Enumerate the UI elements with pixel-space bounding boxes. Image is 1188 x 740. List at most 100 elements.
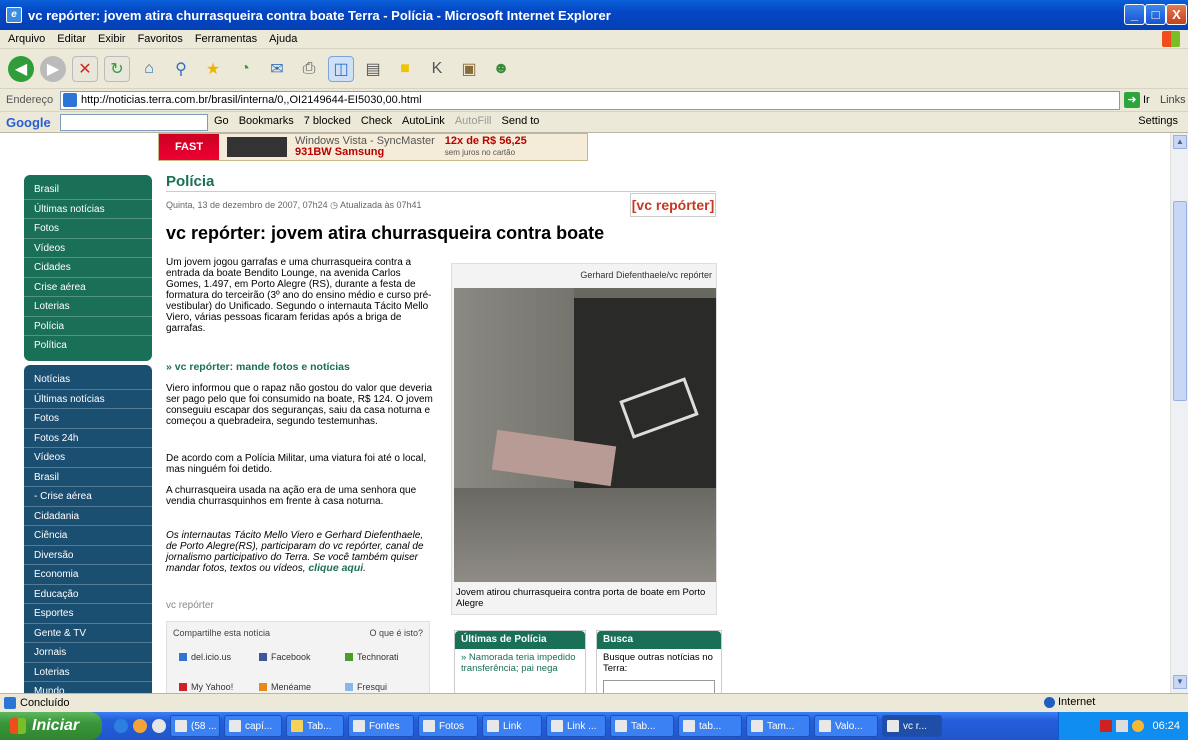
vc-reporter-logo[interactable]: [vc repórter] (630, 193, 716, 217)
what-is-this-link[interactable]: O que é isto? (369, 628, 423, 638)
menu-favoritos[interactable]: Favoritos (138, 33, 183, 45)
search-icon[interactable]: ⚲ (168, 56, 194, 82)
sidebar-item-fotos[interactable]: Fotos (24, 219, 152, 239)
back-icon[interactable]: ◀ (8, 55, 34, 82)
sidebar-item-economia[interactable]: Economia (24, 565, 152, 585)
home-icon[interactable]: ⌂ (136, 56, 162, 82)
google-go-button[interactable]: Go (214, 115, 229, 127)
task-button-3[interactable]: Tab... (286, 715, 344, 737)
sidebar-item-fotos[interactable]: Fotos (24, 409, 152, 429)
task-button-5[interactable]: Fotos (418, 715, 478, 737)
popup-blocked[interactable]: 7 blocked (304, 115, 351, 127)
sidebar-item-ultimas-noticias[interactable]: Últimas notícias (24, 390, 152, 409)
menu-editar[interactable]: Editar (57, 33, 86, 45)
go-button[interactable]: Ir (1143, 94, 1150, 106)
sidebar-item-crise-aerea[interactable]: Crise aérea (24, 278, 152, 297)
mail-icon[interactable]: ✉ (264, 56, 290, 82)
task-button-1[interactable]: (58 ... (170, 715, 220, 737)
sidebar-item-ultimas[interactable]: Últimas notícias (24, 200, 152, 219)
sidebar-item-policia[interactable]: Polícia (24, 317, 152, 336)
task-button-12[interactable]: vc r... (882, 715, 942, 737)
sidebar-item-educacao[interactable]: Educação (24, 585, 152, 604)
autofill-button[interactable]: AutoFill (455, 115, 492, 127)
window-titlebar[interactable]: e vc repórter: jovem atira churrasqueira… (0, 0, 1188, 30)
sidebar-item-diversao[interactable]: Diversão (24, 546, 152, 565)
ad-banner[interactable]: FAST Windows Vista - SyncMaster 931BW Sa… (158, 133, 588, 161)
sidebar-item-cidades[interactable]: Cidades (24, 258, 152, 278)
minimize-button[interactable]: _ (1124, 4, 1145, 25)
antivirus-icon[interactable] (1100, 720, 1113, 732)
print-icon[interactable]: ⎙ (296, 56, 322, 82)
desktop-quicklaunch-icon[interactable] (152, 719, 166, 733)
sidebar-item-crise-aerea[interactable]: - Crise aérea (24, 487, 152, 507)
task-button-7[interactable]: Link ... (546, 715, 606, 737)
users-icon[interactable]: ☻ (488, 56, 514, 82)
settings-button[interactable]: Settings (1138, 115, 1178, 127)
scroll-up-icon[interactable]: ▲ (1173, 135, 1187, 149)
menu-arquivo[interactable]: Arquivo (8, 33, 45, 45)
task-button-4[interactable]: Fontes (348, 715, 414, 737)
sidebar-item-jornais[interactable]: Jornais (24, 643, 152, 663)
task-button-6[interactable]: Link (482, 715, 542, 737)
network-icon[interactable] (1116, 720, 1129, 732)
messenger-icon[interactable]: K (424, 56, 450, 82)
sidebar-item-fotos-24h[interactable]: Fotos 24h (24, 429, 152, 448)
search-box-input[interactable] (603, 680, 715, 693)
latest-police-link[interactable]: » Namorada teria impedido transferência;… (455, 649, 585, 678)
forward-icon[interactable]: ▶ (40, 55, 66, 82)
address-input[interactable]: http://noticias.terra.com.br/brasil/inte… (60, 91, 1120, 110)
ie-quicklaunch-icon[interactable] (114, 719, 128, 733)
share-fresqui[interactable]: Fresqui (345, 682, 387, 692)
autolink-button[interactable]: AutoLink (402, 115, 445, 127)
task-button-2[interactable]: capí... (224, 715, 282, 737)
share-technorati[interactable]: Technorati (345, 652, 399, 662)
sidebar-item-cidadania[interactable]: Cidadania (24, 507, 152, 526)
share-meneame[interactable]: Menéame (259, 682, 311, 692)
links-button[interactable]: Links (1160, 94, 1186, 106)
bookmarks-button[interactable]: Bookmarks (239, 115, 294, 127)
sidebar-item-videos[interactable]: Vídeos (24, 448, 152, 468)
share-myyahoo[interactable]: My Yahoo! (179, 682, 233, 692)
sidebar-item-ciencia[interactable]: Ciência (24, 526, 152, 546)
page-scrollbar[interactable]: ▲ ▼ (1170, 133, 1188, 693)
task-button-10[interactable]: Tam... (746, 715, 810, 737)
scroll-thumb[interactable] (1173, 201, 1187, 401)
click-here-link[interactable]: clique aqui (308, 562, 363, 574)
menu-ferramentas[interactable]: Ferramentas (195, 33, 257, 45)
stop-icon[interactable]: ✕ (72, 55, 98, 82)
firefox-quicklaunch-icon[interactable] (133, 719, 147, 733)
scroll-down-icon[interactable]: ▼ (1173, 675, 1187, 689)
sidebar-item-politica[interactable]: Política (24, 336, 152, 356)
go-arrow-icon[interactable]: ➜ (1124, 92, 1140, 108)
sidebar-item-loterias[interactable]: Loterias (24, 663, 152, 682)
spellcheck-button[interactable]: Check (361, 115, 392, 127)
task-button-9[interactable]: tab... (678, 715, 742, 737)
menu-ajuda[interactable]: Ajuda (269, 33, 297, 45)
maximize-button[interactable]: □ (1145, 4, 1166, 25)
close-button[interactable]: X (1166, 4, 1187, 25)
sidebar-item-brasil[interactable]: Brasil (24, 180, 152, 200)
sidebar-item-mundo[interactable]: Mundo (24, 682, 152, 693)
task-button-8[interactable]: Tab... (610, 715, 674, 737)
research-icon[interactable]: ▣ (456, 56, 482, 82)
task-button-11[interactable]: Valo... (814, 715, 878, 737)
sidebar-item-gente-tv[interactable]: Gente & TV (24, 624, 152, 643)
rss-icon[interactable]: ◫ (328, 55, 354, 82)
section-title[interactable]: Polícia (166, 173, 214, 190)
share-delicious[interactable]: del.icio.us (179, 652, 231, 662)
sidebar-item-noticias[interactable]: Notícias (24, 370, 152, 390)
start-button[interactable]: Iniciar (0, 712, 102, 740)
sidebar-item-esportes[interactable]: Esportes (24, 604, 152, 624)
folder-icon[interactable]: ■ (392, 56, 418, 82)
sidebar-item-loterias[interactable]: Loterias (24, 297, 152, 317)
sendto-button[interactable]: Send to (502, 115, 540, 127)
clock[interactable]: 06:24 (1152, 720, 1180, 732)
send-news-link[interactable]: » vc repórter: mande fotos e notícias (166, 362, 434, 373)
menu-exibir[interactable]: Exibir (98, 33, 126, 45)
sidebar-item-videos[interactable]: Vídeos (24, 239, 152, 258)
edit-icon[interactable]: ▤ (360, 56, 386, 82)
sidebar-item-brasil[interactable]: Brasil (24, 468, 152, 487)
favorites-icon[interactable]: ★ (200, 56, 226, 82)
google-search-input[interactable] (60, 114, 208, 131)
refresh-icon[interactable]: ↻ (104, 55, 130, 82)
